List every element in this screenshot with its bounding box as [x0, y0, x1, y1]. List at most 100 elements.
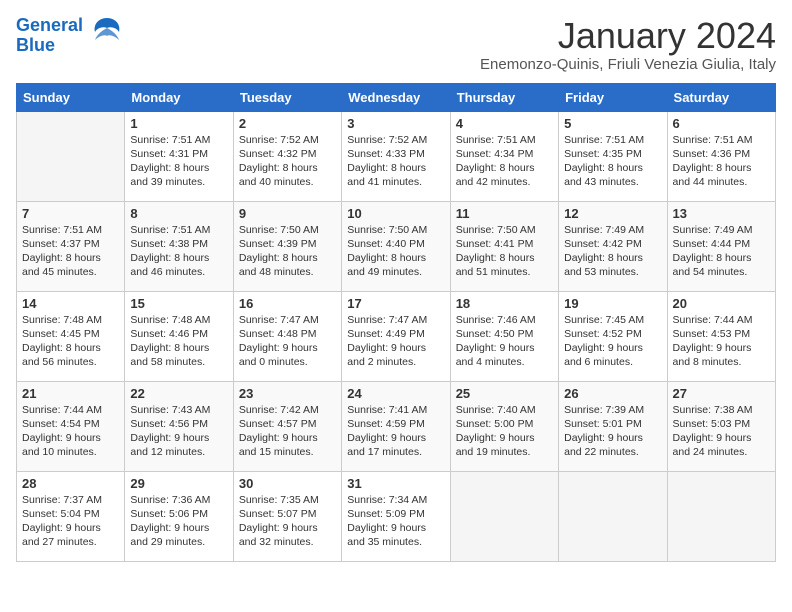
- day-number: 12: [564, 206, 661, 221]
- calendar-week-0: 1 Sunrise: 7:51 AMSunset: 4:31 PMDaylight…: [17, 111, 776, 201]
- day-info: Sunrise: 7:36 AMSunset: 5:06 PMDaylight:…: [130, 493, 227, 550]
- day-number: 8: [130, 206, 227, 221]
- calendar-cell: 1 Sunrise: 7:51 AMSunset: 4:31 PMDaylight…: [125, 111, 233, 201]
- calendar-week-1: 7 Sunrise: 7:51 AMSunset: 4:37 PMDaylight…: [17, 201, 776, 291]
- day-number: 25: [456, 386, 553, 401]
- day-info: Sunrise: 7:50 AMSunset: 4:40 PMDaylight:…: [347, 223, 444, 280]
- day-info: Sunrise: 7:44 AMSunset: 4:53 PMDaylight:…: [673, 313, 770, 370]
- day-number: 30: [239, 476, 336, 491]
- calendar-cell: 8 Sunrise: 7:51 AMSunset: 4:38 PMDaylight…: [125, 201, 233, 291]
- day-number: 9: [239, 206, 336, 221]
- calendar-cell: 16Sunrise: 7:47 AMSunset: 4:48 PMDayligh…: [233, 291, 341, 381]
- calendar-cell: 7 Sunrise: 7:51 AMSunset: 4:37 PMDaylight…: [17, 201, 125, 291]
- calendar-cell: 12 Sunrise: 7:49 AMSunset: 4:42 PMDayligh…: [559, 201, 667, 291]
- day-number: 5: [564, 116, 661, 131]
- calendar-cell: 28 Sunrise: 7:37 AMSunset: 5:04 PMDayligh…: [17, 471, 125, 561]
- header-thursday: Thursday: [450, 83, 558, 111]
- calendar-cell: [559, 471, 667, 561]
- header-wednesday: Wednesday: [342, 83, 450, 111]
- calendar-cell: 2 Sunrise: 7:52 AMSunset: 4:32 PMDaylight…: [233, 111, 341, 201]
- day-info: Sunrise: 7:43 AMSunset: 4:56 PMDaylight:…: [130, 403, 227, 460]
- day-info: Sunrise: 7:44 AMSunset: 4:54 PMDaylight:…: [22, 403, 119, 460]
- day-number: 26: [564, 386, 661, 401]
- day-info: Sunrise: 7:47 AMSunset: 4:49 PMDaylight:…: [347, 313, 444, 370]
- day-info: Sunrise: 7:34 AMSunset: 5:09 PMDaylight:…: [347, 493, 444, 550]
- calendar-cell: 22Sunrise: 7:43 AMSunset: 4:56 PMDayligh…: [125, 381, 233, 471]
- day-info: Sunrise: 7:52 AMSunset: 4:33 PMDaylight:…: [347, 133, 444, 190]
- day-number: 10: [347, 206, 444, 221]
- day-info: Sunrise: 7:51 AMSunset: 4:37 PMDaylight:…: [22, 223, 119, 280]
- title-section: January 2024 Enemonzo-Quinis, Friuli Ven…: [480, 16, 776, 73]
- day-info: Sunrise: 7:51 AMSunset: 4:38 PMDaylight:…: [130, 223, 227, 280]
- calendar-cell: 14Sunrise: 7:48 AMSunset: 4:45 PMDayligh…: [17, 291, 125, 381]
- calendar-cell: 23 Sunrise: 7:42 AMSunset: 4:57 PMDayligh…: [233, 381, 341, 471]
- day-number: 3: [347, 116, 444, 131]
- calendar-cell: 4 Sunrise: 7:51 AMSunset: 4:34 PMDaylight…: [450, 111, 558, 201]
- day-number: 29: [130, 476, 227, 491]
- logo-text-general: General: [16, 15, 83, 35]
- calendar-cell: 30 Sunrise: 7:35 AMSunset: 5:07 PMDayligh…: [233, 471, 341, 561]
- day-number: 7: [22, 206, 119, 221]
- calendar-cell: [667, 471, 775, 561]
- header-tuesday: Tuesday: [233, 83, 341, 111]
- calendar-cell: 25Sunrise: 7:40 AMSunset: 5:00 PMDayligh…: [450, 381, 558, 471]
- calendar-cell: 17 Sunrise: 7:47 AMSunset: 4:49 PMDayligh…: [342, 291, 450, 381]
- day-info: Sunrise: 7:51 AMSunset: 4:36 PMDaylight:…: [673, 133, 770, 190]
- day-info: Sunrise: 7:46 AMSunset: 4:50 PMDaylight:…: [456, 313, 553, 370]
- day-info: Sunrise: 7:45 AMSunset: 4:52 PMDaylight:…: [564, 313, 661, 370]
- calendar-table: SundayMondayTuesdayWednesdayThursdayFrid…: [16, 83, 776, 562]
- calendar-cell: 6Sunrise: 7:51 AMSunset: 4:36 PMDaylight…: [667, 111, 775, 201]
- calendar-body: 1 Sunrise: 7:51 AMSunset: 4:31 PMDaylight…: [17, 111, 776, 561]
- day-info: Sunrise: 7:38 AMSunset: 5:03 PMDaylight:…: [673, 403, 770, 460]
- day-number: 17: [347, 296, 444, 311]
- day-info: Sunrise: 7:49 AMSunset: 4:44 PMDaylight:…: [673, 223, 770, 280]
- day-info: Sunrise: 7:37 AMSunset: 5:04 PMDaylight:…: [22, 493, 119, 550]
- calendar-cell: 15 Sunrise: 7:48 AMSunset: 4:46 PMDayligh…: [125, 291, 233, 381]
- calendar-cell: [17, 111, 125, 201]
- header-saturday: Saturday: [667, 83, 775, 111]
- day-number: 31: [347, 476, 444, 491]
- calendar-cell: 31 Sunrise: 7:34 AMSunset: 5:09 PMDayligh…: [342, 471, 450, 561]
- calendar-cell: 18 Sunrise: 7:46 AMSunset: 4:50 PMDayligh…: [450, 291, 558, 381]
- day-info: Sunrise: 7:39 AMSunset: 5:01 PMDaylight:…: [564, 403, 661, 460]
- day-number: 4: [456, 116, 553, 131]
- calendar-week-2: 14Sunrise: 7:48 AMSunset: 4:45 PMDayligh…: [17, 291, 776, 381]
- calendar-week-4: 28 Sunrise: 7:37 AMSunset: 5:04 PMDayligh…: [17, 471, 776, 561]
- day-info: Sunrise: 7:51 AMSunset: 4:34 PMDaylight:…: [456, 133, 553, 190]
- page-header: General Blue January 2024 Enemonzo-Quini…: [16, 16, 776, 73]
- calendar-cell: 11Sunrise: 7:50 AMSunset: 4:41 PMDayligh…: [450, 201, 558, 291]
- header-monday: Monday: [125, 83, 233, 111]
- day-info: Sunrise: 7:42 AMSunset: 4:57 PMDaylight:…: [239, 403, 336, 460]
- calendar-cell: 9 Sunrise: 7:50 AMSunset: 4:39 PMDaylight…: [233, 201, 341, 291]
- day-info: Sunrise: 7:52 AMSunset: 4:32 PMDaylight:…: [239, 133, 336, 190]
- day-number: 23: [239, 386, 336, 401]
- header-sunday: Sunday: [17, 83, 125, 111]
- day-number: 28: [22, 476, 119, 491]
- day-number: 15: [130, 296, 227, 311]
- logo: General Blue: [16, 16, 125, 56]
- day-number: 2: [239, 116, 336, 131]
- calendar-cell: [450, 471, 558, 561]
- day-number: 1: [130, 116, 227, 131]
- calendar-cell: 19 Sunrise: 7:45 AMSunset: 4:52 PMDayligh…: [559, 291, 667, 381]
- calendar-cell: 29 Sunrise: 7:36 AMSunset: 5:06 PMDayligh…: [125, 471, 233, 561]
- day-info: Sunrise: 7:49 AMSunset: 4:42 PMDaylight:…: [564, 223, 661, 280]
- logo-text-blue: Blue: [16, 36, 83, 56]
- calendar-cell: 5 Sunrise: 7:51 AMSunset: 4:35 PMDaylight…: [559, 111, 667, 201]
- calendar-header-row: SundayMondayTuesdayWednesdayThursdayFrid…: [17, 83, 776, 111]
- day-number: 20: [673, 296, 770, 311]
- calendar-cell: 10 Sunrise: 7:50 AMSunset: 4:40 PMDayligh…: [342, 201, 450, 291]
- calendar-cell: 13Sunrise: 7:49 AMSunset: 4:44 PMDayligh…: [667, 201, 775, 291]
- day-info: Sunrise: 7:50 AMSunset: 4:39 PMDaylight:…: [239, 223, 336, 280]
- day-number: 21: [22, 386, 119, 401]
- day-number: 16: [239, 296, 336, 311]
- day-info: Sunrise: 7:48 AMSunset: 4:46 PMDaylight:…: [130, 313, 227, 370]
- day-info: Sunrise: 7:51 AMSunset: 4:35 PMDaylight:…: [564, 133, 661, 190]
- day-info: Sunrise: 7:35 AMSunset: 5:07 PMDaylight:…: [239, 493, 336, 550]
- day-number: 18: [456, 296, 553, 311]
- day-info: Sunrise: 7:51 AMSunset: 4:31 PMDaylight:…: [130, 133, 227, 190]
- day-number: 11: [456, 206, 553, 221]
- calendar-cell: 26 Sunrise: 7:39 AMSunset: 5:01 PMDayligh…: [559, 381, 667, 471]
- calendar-cell: 20 Sunrise: 7:44 AMSunset: 4:53 PMDayligh…: [667, 291, 775, 381]
- day-number: 19: [564, 296, 661, 311]
